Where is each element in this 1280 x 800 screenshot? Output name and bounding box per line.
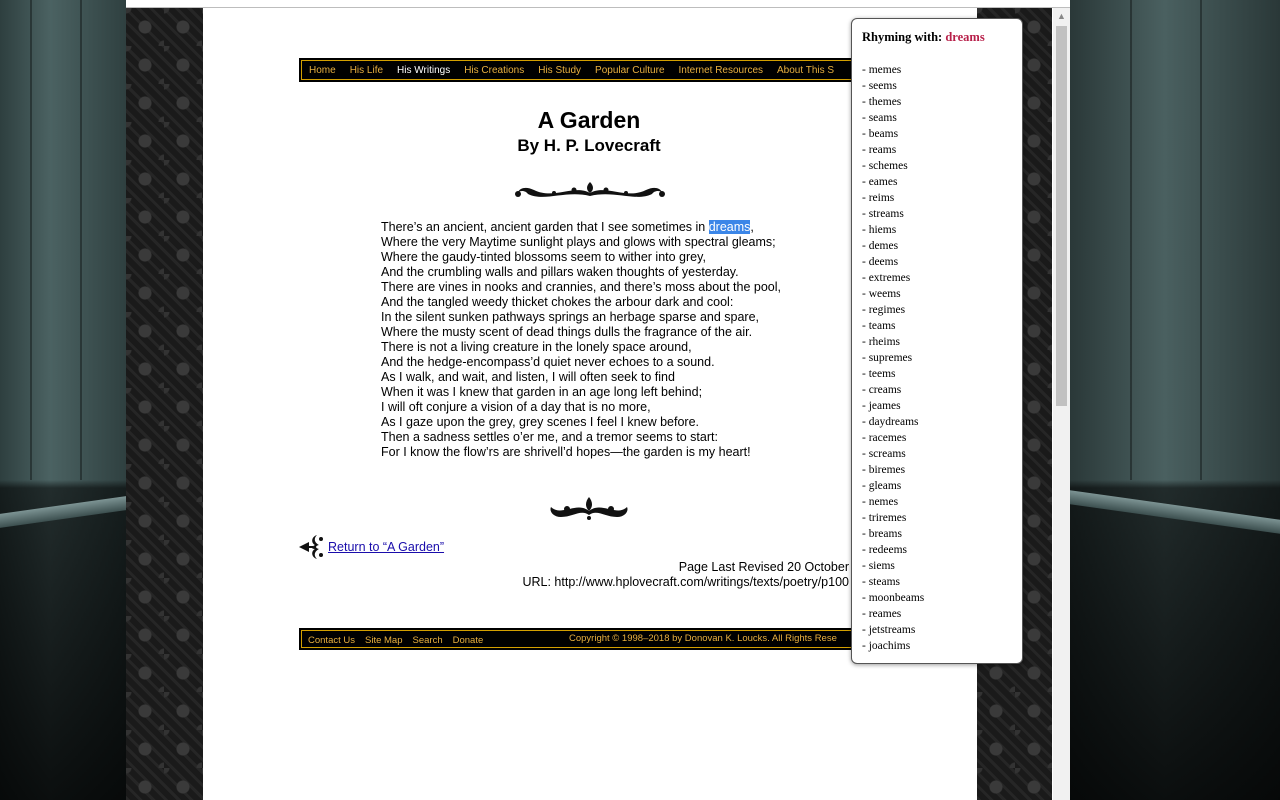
back-arrow-ornament-icon[interactable] — [299, 533, 325, 561]
nav-item-his-life[interactable]: His Life — [343, 61, 390, 80]
rhyme-item[interactable]: - weems — [862, 286, 924, 302]
rhyme-item[interactable]: - biremes — [862, 462, 924, 478]
rhyme-item[interactable]: - schemes — [862, 158, 924, 174]
rhyme-item[interactable]: - gleams — [862, 478, 924, 494]
rhyme-item[interactable]: - streams — [862, 206, 924, 222]
rhyme-item[interactable]: - regimes — [862, 302, 924, 318]
poem-line: Where the gaudy-tinted blossoms seem to … — [381, 250, 706, 264]
poem-line: There is not a living creature in the lo… — [381, 340, 692, 354]
footer-link-contact-us[interactable]: Contact Us — [301, 632, 360, 648]
page-url: URL: http://www.hplovecraft.com/writings… — [522, 575, 849, 589]
poem-first-line-text: There’s an ancient, ancient garden that … — [381, 220, 709, 234]
rhyme-item[interactable]: - reames — [862, 606, 924, 622]
poem-line: I will oft conjure a vision of a day tha… — [381, 400, 651, 414]
poem-line: And the tangled weedy thicket chokes the… — [381, 295, 734, 309]
rhyme-item[interactable]: - teams — [862, 318, 924, 334]
rhyme-item[interactable]: - reams — [862, 142, 924, 158]
nav-item-home[interactable]: Home — [301, 61, 343, 80]
bottom-ornament-icon — [550, 497, 628, 520]
poem-line: Then a sadness settles o’er me, and a tr… — [381, 430, 718, 444]
page-last-revised: Page Last Revised 20 October — [678, 560, 849, 574]
rhyme-item[interactable]: - eames — [862, 174, 924, 190]
background-plank — [30, 0, 32, 480]
poem-line: Where the musty scent of dead things dul… — [381, 325, 753, 339]
poem-line: When it was I knew that garden in an age… — [381, 385, 703, 399]
return-link[interactable]: Return to “A Garden” — [328, 540, 444, 554]
rhyme-item[interactable]: - seams — [862, 110, 924, 126]
top-ornament-icon — [515, 182, 665, 197]
left-damask-border — [126, 8, 203, 800]
rhyme-item[interactable]: - joachims — [862, 638, 924, 654]
rhyme-item[interactable]: - rheims — [862, 334, 924, 350]
poem-text: There’s an ancient, ancient garden that … — [381, 220, 841, 460]
footer-link-site-map[interactable]: Site Map — [360, 632, 408, 648]
rhyme-item[interactable]: - demes — [862, 238, 924, 254]
rhyme-item[interactable]: - creams — [862, 382, 924, 398]
rhyme-item[interactable]: - triremes — [862, 510, 924, 526]
rhyme-popup-label: Rhyming with: — [862, 30, 943, 44]
rhyme-popup: Rhyming with: dreams - memes - seems - the… — [851, 18, 1023, 664]
rhyme-item[interactable]: - redeems — [862, 542, 924, 558]
nav-item-about-this-s[interactable]: About This S — [770, 61, 841, 80]
rhyme-item[interactable]: - racemes — [862, 430, 924, 446]
nav-item-his-creations[interactable]: His Creations — [457, 61, 531, 80]
rhyme-item[interactable]: - daydreams — [862, 414, 924, 430]
rhyme-item[interactable]: - reims — [862, 190, 924, 206]
rhyme-popup-word: dreams — [945, 30, 985, 44]
rhyme-item[interactable]: - steams — [862, 574, 924, 590]
page-author: By H. P. Lovecraft — [517, 136, 661, 155]
footer-link-donate[interactable]: Donate — [448, 632, 489, 648]
rhyme-item[interactable]: - seems — [862, 78, 924, 94]
left-background — [0, 0, 126, 800]
footer-bar: Contact Us Site Map Search Donate Copyright … — [299, 628, 863, 650]
vertical-scrollbar[interactable]: ▲ — [1053, 8, 1070, 800]
nav-item-internet-resources[interactable]: Internet Resources — [672, 61, 771, 80]
poem-line: And the crumbling walls and pillars wake… — [381, 265, 739, 279]
background-plank — [1130, 0, 1132, 480]
poem-line: In the silent sunken pathways springs an… — [381, 310, 760, 324]
nav-item-his-writings[interactable]: His Writings — [390, 61, 457, 80]
poem-line: There’s an ancient, ancient garden that … — [381, 220, 841, 235]
scroll-up-arrow-icon[interactable]: ▲ — [1053, 8, 1070, 25]
rhyme-item[interactable]: - themes — [862, 94, 924, 110]
rhyme-item[interactable]: - deems — [862, 254, 924, 270]
nav-item-popular-culture[interactable]: Popular Culture — [588, 61, 671, 80]
main-navigation: Home His Life His Writings His Creations His… — [299, 58, 863, 82]
background-plank — [80, 0, 82, 480]
page-title: A Garden — [537, 107, 641, 133]
rhyme-item[interactable]: - teems — [862, 366, 924, 382]
poem-line: There are vines in nooks and crannies, a… — [381, 280, 782, 294]
rhyme-item[interactable]: - supremes — [862, 350, 924, 366]
rhyme-item[interactable]: - jeames — [862, 398, 924, 414]
poem-first-line-punct: , — [750, 220, 754, 234]
rhyme-item[interactable]: - screams — [862, 446, 924, 462]
poem-line: For I know the flow’rs are shrivell’d ho… — [381, 445, 751, 459]
poem-line: As I gaze upon the grey, grey scenes I f… — [381, 415, 700, 429]
rhyme-item[interactable]: - extremes — [862, 270, 924, 286]
footer-link-search[interactable]: Search — [408, 632, 448, 648]
poem-line: And the hedge-encompass’d quiet never ec… — [381, 355, 715, 369]
rhyme-item[interactable]: - memes — [862, 62, 924, 78]
scroll-thumb[interactable] — [1056, 26, 1067, 406]
copyright-text: Copyright © 1998–2018 by Donovan K. Louc… — [569, 633, 837, 644]
rhyme-item[interactable]: - jetstreams — [862, 622, 924, 638]
background-plank — [1200, 0, 1202, 480]
poem-line: As I walk, and wait, and listen, I will … — [381, 370, 675, 384]
rhyme-popup-title: Rhyming with: dreams — [862, 30, 985, 45]
nav-item-his-study[interactable]: His Study — [531, 61, 588, 80]
right-background — [1070, 0, 1280, 800]
return-row: Return to “A Garden” — [299, 533, 444, 561]
rhyme-item[interactable]: - nemes — [862, 494, 924, 510]
rhyme-item[interactable]: - breams — [862, 526, 924, 542]
rhyme-list: - memes - seems - themes - seams - beams - re… — [862, 62, 924, 654]
rhyme-item[interactable]: - beams — [862, 126, 924, 142]
rhyme-item[interactable]: - hiems — [862, 222, 924, 238]
rhyme-item[interactable]: - siems — [862, 558, 924, 574]
poem-line: Where the very Maytime sunlight plays an… — [381, 235, 776, 249]
rhyme-item[interactable]: - moonbeams — [862, 590, 924, 606]
selected-word[interactable]: dreams — [708, 220, 751, 234]
